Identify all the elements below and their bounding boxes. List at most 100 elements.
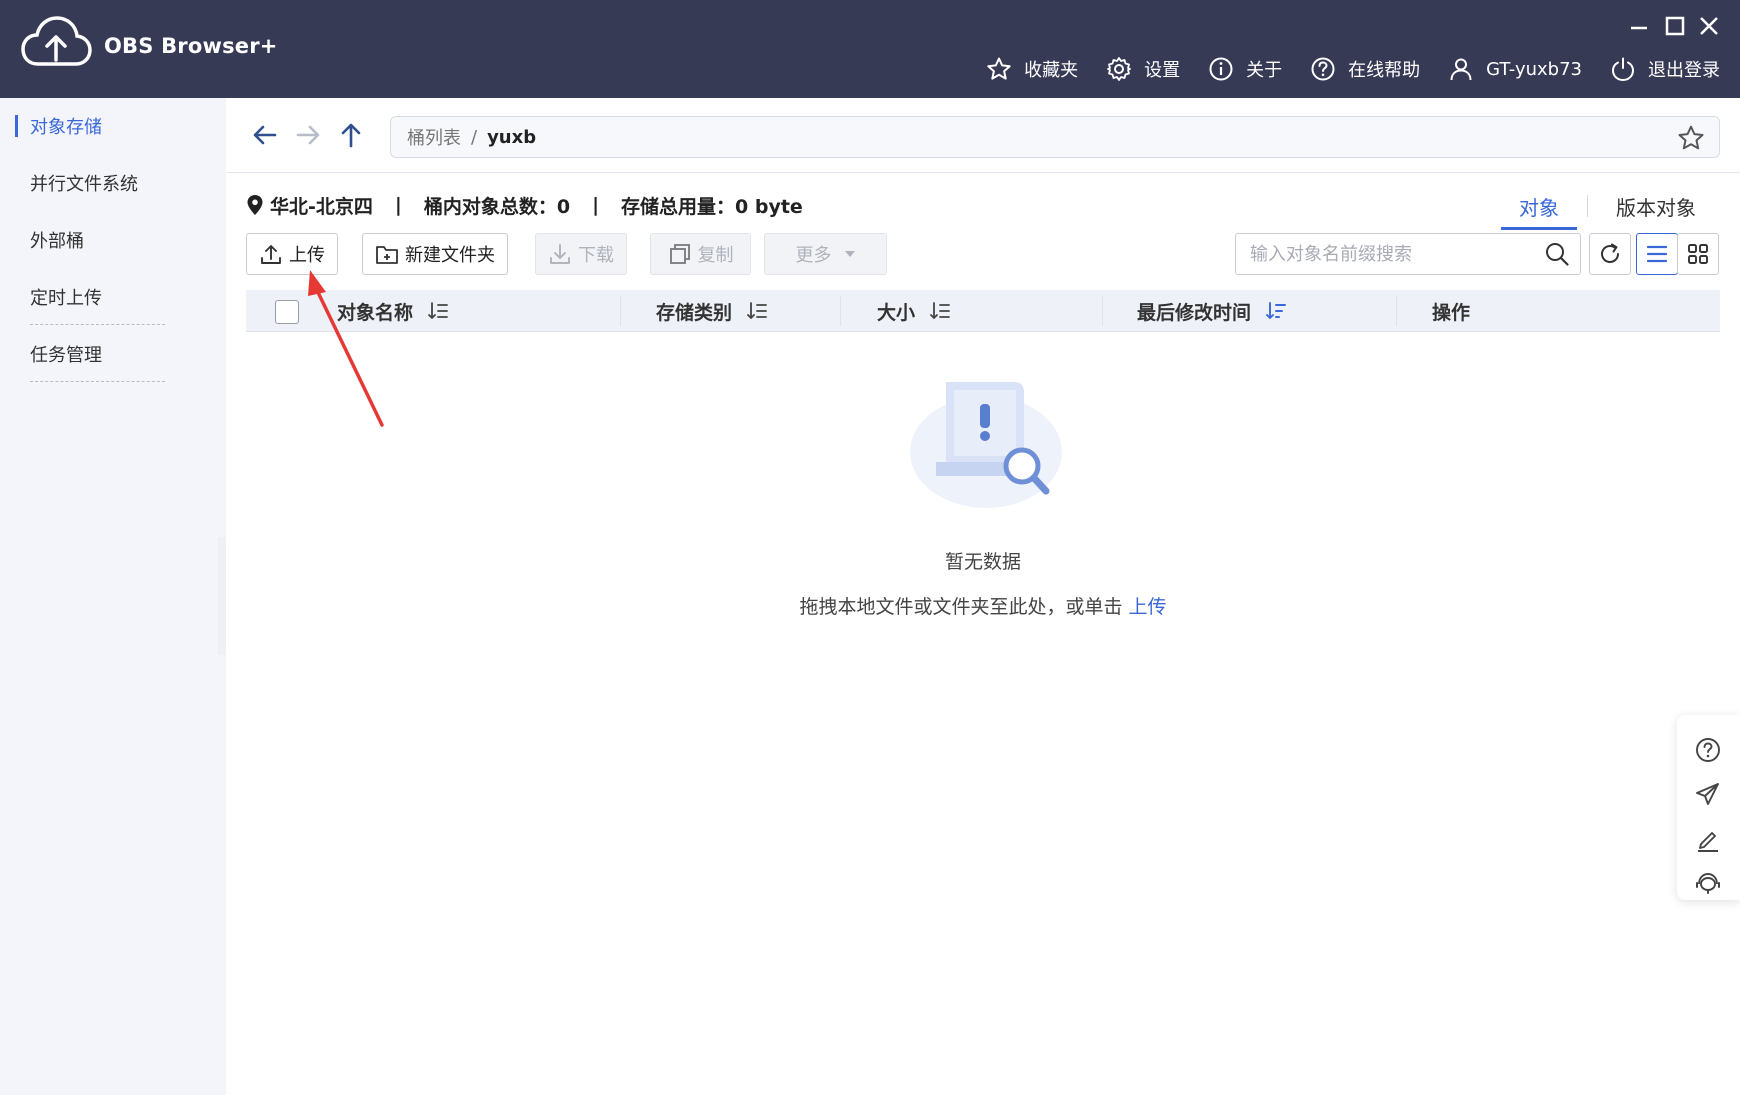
object-count: 桶内对象总数：0: [423, 195, 571, 218]
column-divider: [840, 296, 841, 326]
column-divider: [1396, 296, 1397, 326]
column-actions: 操作: [1432, 290, 1470, 332]
user-menu[interactable]: GT-yuxb73: [1448, 56, 1582, 82]
download-label: 下载: [578, 245, 614, 266]
sidebar-item-label: 并行文件系统: [30, 174, 138, 195]
table-header: 对象名称 存储类别 大小 最后修改时间 操作: [246, 290, 1720, 332]
about-label: 关于: [1246, 60, 1283, 81]
minimize-button[interactable]: [1625, 12, 1653, 40]
online-help-button[interactable]: 在线帮助: [1310, 56, 1420, 82]
tab-objects[interactable]: 对象: [1501, 186, 1577, 230]
sort-icon[interactable]: [929, 300, 951, 322]
user-name: GT-yuxb73: [1486, 58, 1582, 80]
favorites-button[interactable]: 收藏夹: [986, 56, 1078, 82]
tab-divider: [1587, 195, 1588, 217]
column-label: 操作: [1432, 301, 1471, 324]
breadcrumb-separator: /: [471, 126, 478, 148]
sort-icon[interactable]: [427, 300, 449, 322]
address-bar[interactable]: 桶列表 / yuxb: [390, 116, 1720, 158]
breadcrumb-bucket-list[interactable]: 桶列表: [407, 124, 461, 150]
search-icon[interactable]: [1544, 241, 1570, 267]
select-all-checkbox[interactable]: [275, 300, 299, 324]
edit-float-button[interactable]: [1693, 824, 1723, 854]
settings-button[interactable]: 设置: [1106, 56, 1180, 82]
info-separator: |: [394, 194, 402, 216]
toolbar-divider: [226, 172, 1740, 173]
download-icon: [550, 244, 570, 264]
upload-icon: [261, 245, 281, 264]
bucket-info: 华北-北京四 | 桶内对象总数：0 | 存储总用量：0 byte: [246, 190, 803, 220]
sidebar-divider: [30, 324, 165, 325]
sidebar-item-external-bucket[interactable]: 外部桶: [0, 220, 226, 260]
headset-icon: [1696, 873, 1720, 894]
maximize-icon: [1665, 16, 1685, 36]
sidebar-item-label: 任务管理: [30, 345, 102, 366]
sidebar-item-object-storage[interactable]: 对象存储: [0, 106, 226, 146]
sidebar-item-label: 外部桶: [30, 231, 84, 252]
upload-button[interactable]: 上传: [246, 233, 338, 275]
sidebar-item-scheduled-upload[interactable]: 定时上传: [0, 277, 226, 317]
more-button[interactable]: 更多: [764, 233, 887, 275]
arrow-right-icon: [296, 125, 320, 145]
pencil-icon: [1698, 832, 1718, 852]
question-icon: [1696, 738, 1720, 762]
minimize-icon: [1631, 26, 1647, 30]
arrow-up-icon: [341, 123, 361, 148]
download-button[interactable]: 下载: [535, 233, 627, 275]
sidebar-divider: [30, 381, 165, 382]
tab-versions[interactable]: 版本对象: [1598, 186, 1714, 226]
sidebar-item-parallel-fs[interactable]: 并行文件系统: [0, 163, 226, 203]
info-icon: [1209, 57, 1233, 81]
main-content: 桶列表 / yuxb 华北-北京四 | 桶内对象总数：0 | 存储总用量：0 b…: [226, 98, 1740, 1095]
gear-icon: [1107, 57, 1132, 81]
sidebar-item-label: 定时上传: [30, 288, 102, 309]
refresh-button[interactable]: [1589, 233, 1631, 275]
question-icon: [1311, 57, 1335, 81]
grid-view-button[interactable]: [1677, 233, 1719, 275]
list-view-button[interactable]: [1636, 233, 1678, 275]
feedback-float-button[interactable]: [1693, 779, 1723, 809]
copy-icon: [669, 244, 690, 264]
column-object-name[interactable]: 对象名称: [337, 290, 449, 332]
search-input[interactable]: [1236, 234, 1544, 274]
column-last-modified[interactable]: 最后修改时间: [1137, 290, 1287, 332]
new-folder-label: 新建文件夹: [405, 245, 495, 266]
favorites-label: 收藏夹: [1024, 60, 1079, 81]
sort-icon[interactable]: [746, 300, 768, 322]
sort-icon[interactable]: [1265, 300, 1287, 322]
column-label: 大小: [877, 301, 916, 324]
copy-button[interactable]: 复制: [650, 233, 751, 275]
user-icon: [1450, 58, 1472, 81]
column-size[interactable]: 大小: [877, 290, 951, 332]
column-label: 最后修改时间: [1137, 301, 1252, 324]
close-button[interactable]: [1695, 12, 1723, 40]
column-storage-class[interactable]: 存储类别: [656, 290, 768, 332]
upload-label: 上传: [289, 245, 325, 266]
empty-upload-link[interactable]: 上传: [1129, 596, 1167, 618]
sidebar: 对象存储 并行文件系统 外部桶 定时上传 任务管理: [0, 98, 226, 1095]
logout-label: 退出登录: [1648, 60, 1720, 81]
help-float-button[interactable]: [1693, 735, 1723, 765]
forward-button[interactable]: [291, 118, 325, 152]
new-folder-button[interactable]: 新建文件夹: [362, 233, 508, 275]
more-label: 更多: [795, 245, 832, 266]
floating-tool-panel: [1677, 715, 1740, 900]
search-box: [1235, 233, 1581, 275]
info-separator: |: [592, 194, 600, 216]
logout-button[interactable]: 退出登录: [1610, 56, 1720, 82]
about-button[interactable]: 关于: [1208, 56, 1282, 82]
power-icon: [1611, 57, 1635, 82]
star-icon[interactable]: [1677, 124, 1705, 152]
empty-title: 暂无数据: [944, 551, 1021, 573]
sidebar-item-task-management[interactable]: 任务管理: [0, 334, 226, 374]
copy-label: 复制: [697, 245, 734, 266]
folder-plus-icon: [376, 246, 398, 264]
empty-hint: 拖拽本地文件或文件夹至此处，或单击 上传: [226, 592, 1740, 619]
location-pin-icon: [247, 195, 263, 215]
maximize-button[interactable]: [1661, 12, 1689, 40]
up-button[interactable]: [334, 118, 368, 152]
top-nav: 收藏夹 设置 关于 在线帮助 GT-yuxb73 退出登录: [958, 52, 1720, 86]
app-name: OBS Browser+: [104, 34, 278, 58]
support-float-button[interactable]: [1693, 867, 1723, 897]
back-button[interactable]: [248, 118, 282, 152]
